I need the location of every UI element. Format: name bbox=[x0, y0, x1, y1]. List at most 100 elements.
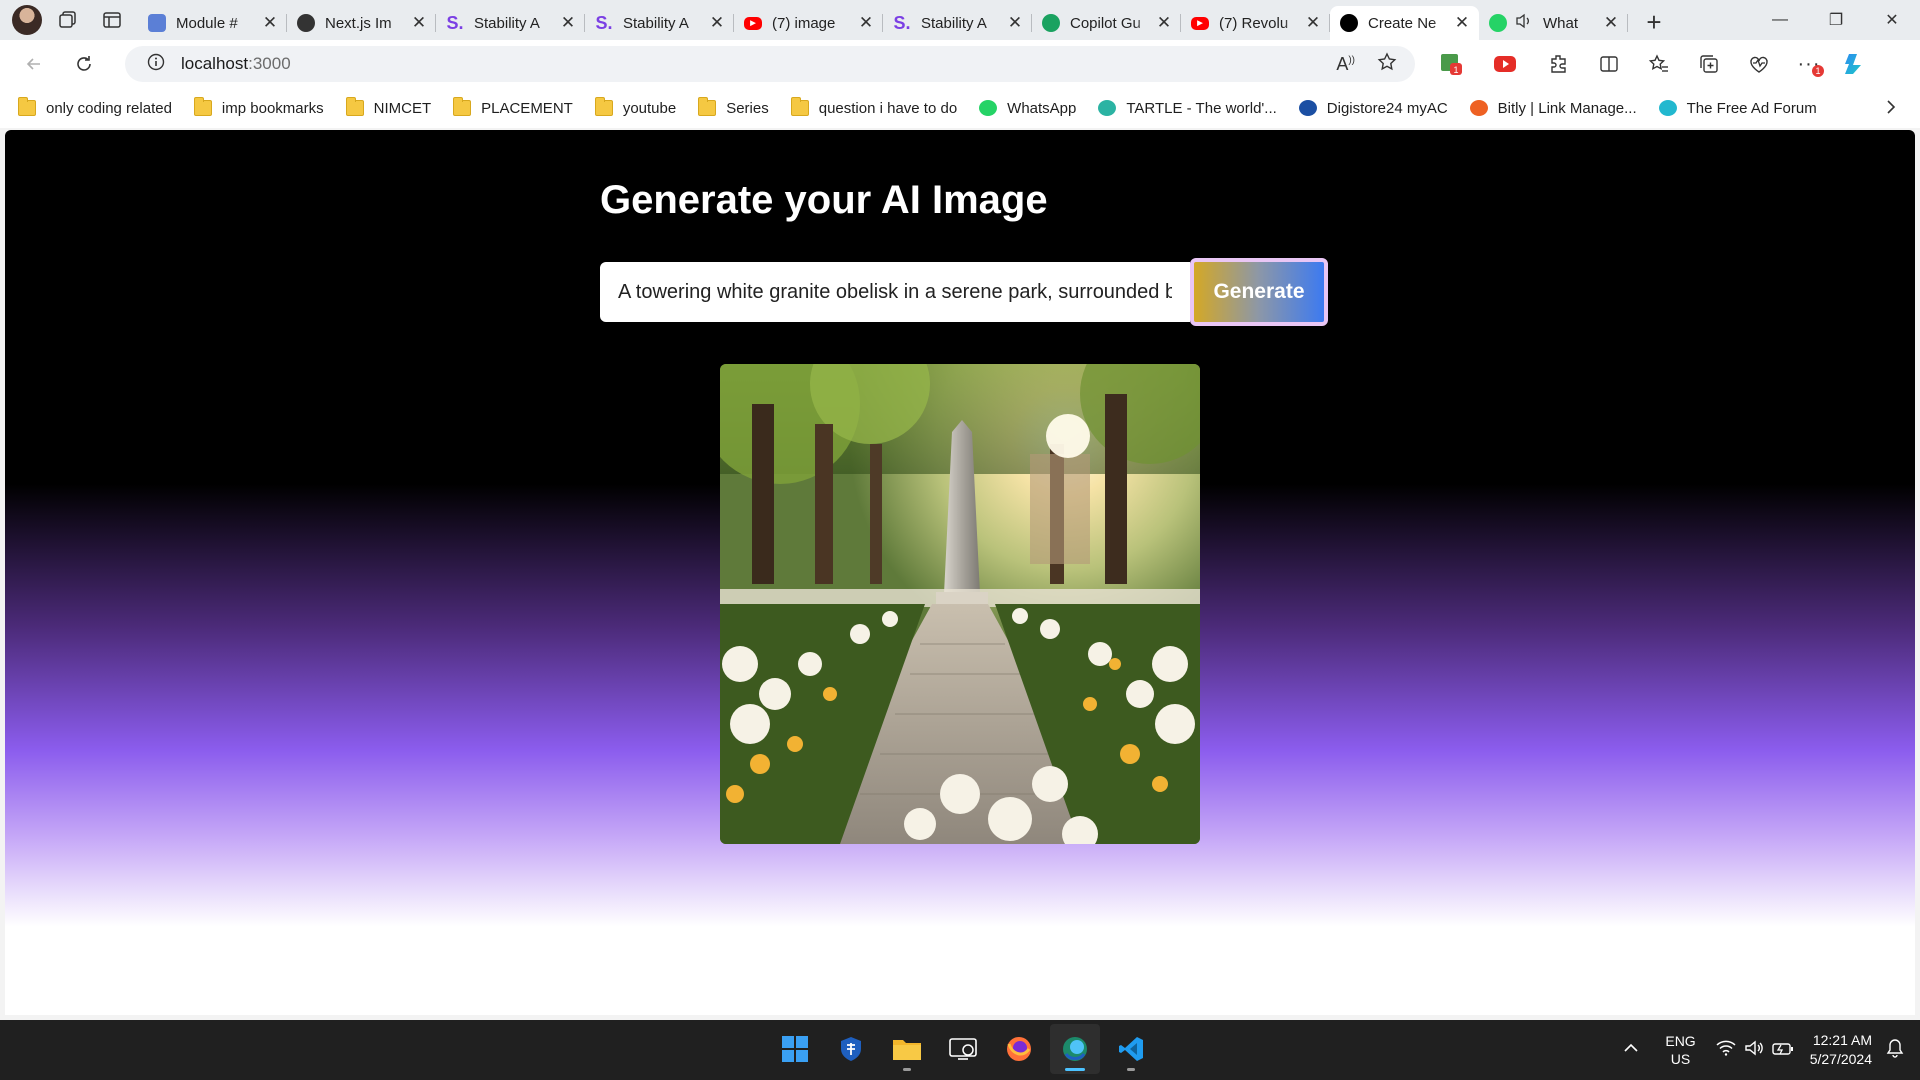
chevron-right-icon[interactable] bbox=[1884, 98, 1898, 121]
file-explorer-icon[interactable] bbox=[882, 1024, 932, 1074]
youtube-icon: ▶ bbox=[1191, 16, 1209, 30]
prompt-input[interactable] bbox=[600, 262, 1190, 322]
openai-icon bbox=[297, 14, 315, 32]
close-tab-icon[interactable]: ✕ bbox=[559, 13, 577, 33]
language-code: ENG bbox=[1665, 1033, 1696, 1049]
extensions-area: 1 ··· 1 bbox=[1434, 46, 1872, 82]
notification-icon[interactable] bbox=[1886, 1038, 1904, 1063]
bookmark-label: imp bookmarks bbox=[221, 99, 324, 117]
firefox-icon[interactable] bbox=[994, 1024, 1044, 1074]
browser-tab[interactable]: Next.js Im ✕ bbox=[287, 6, 436, 40]
defender-icon[interactable] bbox=[826, 1024, 876, 1074]
refresh-icon[interactable] bbox=[64, 46, 104, 82]
bookmark-label: WhatsApp bbox=[1007, 99, 1077, 117]
region-code: US bbox=[1670, 1051, 1691, 1067]
bookmark-item[interactable]: WhatsApp bbox=[979, 100, 1076, 117]
favorite-star-icon[interactable] bbox=[1377, 52, 1397, 77]
bookmark-item[interactable]: TARTLE - The world'... bbox=[1098, 100, 1277, 117]
wifi-icon[interactable] bbox=[1716, 1040, 1736, 1061]
close-tab-icon[interactable]: ✕ bbox=[857, 13, 875, 33]
browser-tab[interactable]: S. Stability A ✕ bbox=[585, 6, 734, 40]
module-icon bbox=[148, 14, 166, 32]
bookmark-item[interactable]: Series bbox=[698, 97, 769, 117]
edge-dev-icon[interactable] bbox=[1050, 1024, 1100, 1074]
bookmark-label: PLACEMENT bbox=[481, 99, 573, 117]
tab-title: (7) Revolu bbox=[1219, 14, 1289, 32]
copilot-icon[interactable] bbox=[1838, 47, 1872, 81]
close-tab-icon[interactable]: ✕ bbox=[261, 13, 279, 33]
generate-button[interactable]: Generate bbox=[1190, 258, 1328, 326]
workspaces-icon[interactable] bbox=[50, 4, 86, 36]
bookmark-item[interactable]: question i have to do bbox=[790, 97, 957, 117]
bookmark-label: youtube bbox=[622, 99, 677, 117]
browser-tab[interactable]: S. Stability A ✕ bbox=[436, 6, 585, 40]
close-tab-icon[interactable]: ✕ bbox=[1006, 13, 1024, 33]
youtube-extension-icon[interactable] bbox=[1488, 47, 1522, 81]
close-tab-icon[interactable]: ✕ bbox=[410, 13, 428, 33]
windows-start-icon[interactable] bbox=[770, 1024, 820, 1074]
bookmark-label: The Free Ad Forum bbox=[1686, 99, 1817, 117]
bookmark-item[interactable]: youtube bbox=[594, 97, 677, 117]
taskbar: ENG US 12:21 AM 5/27/2024 bbox=[0, 1020, 1920, 1080]
close-tab-icon[interactable]: ✕ bbox=[1304, 13, 1322, 33]
tartle-icon bbox=[1098, 100, 1117, 116]
minimize-icon[interactable]: — bbox=[1752, 0, 1808, 40]
bookmark-item[interactable]: imp bookmarks bbox=[193, 97, 324, 117]
vscode-icon[interactable] bbox=[1106, 1024, 1156, 1074]
close-tab-icon[interactable]: ✕ bbox=[1453, 13, 1471, 33]
close-tab-icon[interactable]: ✕ bbox=[708, 13, 726, 33]
bitly-icon bbox=[1469, 100, 1488, 116]
split-screen-icon[interactable] bbox=[1592, 47, 1626, 81]
battery-icon[interactable] bbox=[1772, 1040, 1794, 1061]
bookmark-item[interactable]: PLACEMENT bbox=[453, 97, 573, 117]
copilot-icon bbox=[1042, 14, 1060, 32]
browser-tab[interactable]: Create Ne ✕ bbox=[1330, 6, 1479, 40]
close-tab-icon[interactable]: ✕ bbox=[1155, 13, 1173, 33]
browser-tab[interactable]: What ✕ bbox=[1479, 6, 1628, 40]
browser-tab[interactable]: S. Stability A ✕ bbox=[883, 6, 1032, 40]
extensions-puzzle-icon[interactable] bbox=[1542, 47, 1576, 81]
bookmark-item[interactable]: Digistore24 myAC bbox=[1298, 100, 1448, 117]
tab-strip: Module # ✕ Next.js Im ✕ S. Stability A ✕ S. Stab… bbox=[0, 0, 1920, 40]
clock[interactable]: 12:21 AM 5/27/2024 bbox=[1810, 1031, 1872, 1069]
browser-tab[interactable]: ▶ (7) image ✕ bbox=[734, 6, 883, 40]
vertical-tabs-icon[interactable] bbox=[94, 4, 130, 36]
bookmark-label: NIMCET bbox=[373, 99, 432, 117]
extension-badge-icon[interactable]: 1 bbox=[1434, 47, 1468, 81]
bookmark-item[interactable]: Bitly | Link Manage... bbox=[1469, 99, 1637, 117]
chevron-up-icon[interactable] bbox=[1623, 1041, 1639, 1059]
whatsapp-icon bbox=[1489, 14, 1507, 32]
profile-avatar[interactable] bbox=[12, 5, 42, 35]
clock-date: 5/27/2024 bbox=[1809, 1051, 1872, 1067]
tab-title: Next.js Im bbox=[325, 14, 392, 32]
settings-more-icon[interactable]: ··· 1 bbox=[1792, 47, 1826, 81]
generated-image bbox=[720, 364, 1200, 844]
volume-icon[interactable] bbox=[1744, 1040, 1764, 1061]
language-indicator[interactable]: ENG US bbox=[1665, 1032, 1695, 1068]
tab-list: Module # ✕ Next.js Im ✕ S. Stability A ✕ S. Stab… bbox=[138, 0, 1628, 40]
bookmark-label: Bitly | Link Manage... bbox=[1497, 99, 1637, 117]
bookmark-item[interactable]: NIMCET bbox=[345, 97, 432, 117]
collections-icon[interactable] bbox=[1692, 47, 1726, 81]
browser-essentials-icon[interactable] bbox=[1742, 47, 1776, 81]
read-aloud-icon[interactable]: A)) bbox=[1336, 54, 1355, 75]
address-bar[interactable]: localhost:3000 A)) bbox=[125, 46, 1415, 82]
browser-tab[interactable]: Module # ✕ bbox=[138, 6, 287, 40]
bookmark-item[interactable]: only coding related bbox=[18, 97, 172, 117]
bookmark-item[interactable]: The Free Ad Forum bbox=[1658, 99, 1817, 117]
back-icon[interactable] bbox=[14, 46, 54, 82]
new-tab-button[interactable]: + bbox=[1636, 6, 1672, 38]
remote-desktop-icon[interactable] bbox=[938, 1024, 988, 1074]
speaker-icon[interactable] bbox=[1515, 13, 1533, 34]
folder-icon bbox=[698, 97, 717, 116]
site-info-icon[interactable] bbox=[147, 53, 165, 76]
close-tab-icon[interactable]: ✕ bbox=[1602, 13, 1620, 33]
tab-title: Module # bbox=[176, 14, 238, 32]
system-tray: ENG US 12:21 AM 5/27/2024 bbox=[1623, 1020, 1920, 1080]
browser-tab[interactable]: Copilot Gu ✕ bbox=[1032, 6, 1181, 40]
close-window-icon[interactable]: ✕ bbox=[1864, 0, 1920, 40]
favorites-icon[interactable] bbox=[1642, 47, 1676, 81]
obelisk-park-image bbox=[720, 364, 1200, 844]
browser-tab[interactable]: ▶ (7) Revolu ✕ bbox=[1181, 6, 1330, 40]
restore-icon[interactable]: ❐ bbox=[1808, 0, 1864, 40]
